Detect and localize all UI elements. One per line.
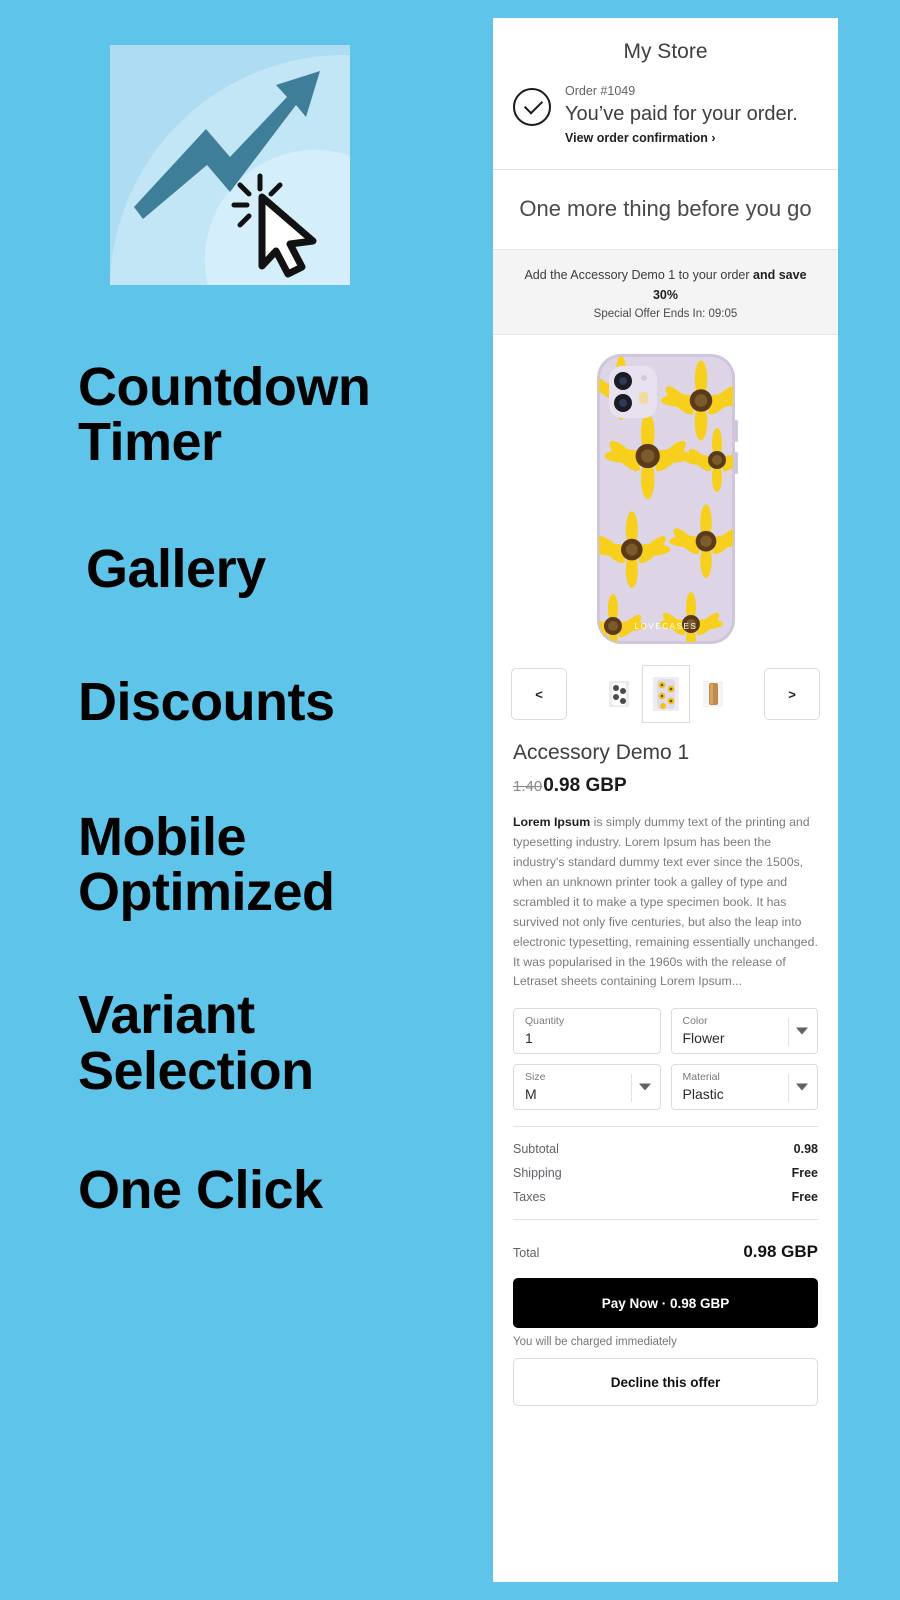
product-description: Lorem Ipsum is simply dummy text of the …	[493, 797, 838, 992]
order-paid-message: You’ve paid for your order.	[565, 102, 798, 125]
quantity-label: Quantity	[525, 1015, 565, 1028]
field-separator	[630, 1074, 632, 1103]
feature-discounts: Discounts	[78, 672, 335, 733]
countdown-timer-text: Special Offer Ends In: 09:05	[593, 308, 738, 321]
gallery-thumbnails	[606, 665, 726, 724]
material-select[interactable]: Material Plastic	[670, 1064, 818, 1111]
offer-text-plain: Add the Accessory Demo 1 to your order	[524, 268, 754, 283]
product-price-current: 0.98 GBP	[543, 775, 627, 797]
total-label: Total	[513, 1246, 540, 1261]
feature-countdown-timer: Countdown Timer	[78, 357, 371, 473]
quantity-stepper[interactable]: Quantity 1	[513, 1008, 661, 1055]
view-order-confirmation-link[interactable]: View order confirmation ›	[565, 131, 798, 145]
taxes-value: Free	[791, 1190, 818, 1205]
gallery-next-button[interactable]: >	[764, 668, 820, 721]
size-select[interactable]: Size M	[513, 1064, 661, 1111]
growth-arrow-click-icon	[110, 45, 350, 285]
svg-text:LOVECASES: LOVECASES	[634, 622, 697, 631]
sunflower-case-thumb[interactable]	[641, 665, 690, 724]
order-totals: Subtotal 0.98 Shipping Free Taxes Free T…	[493, 1110, 838, 1262]
product-price: 1.400.98 GBP	[493, 765, 838, 797]
subtotal-value: 0.98	[793, 1142, 818, 1157]
feature-variant-selection: Variant Selection	[78, 985, 314, 1101]
chevron-down-icon[interactable]	[796, 1083, 808, 1091]
color-select[interactable]: Color Flower	[670, 1008, 818, 1055]
upsell-heading: One more thing before you go	[519, 195, 812, 221]
order-number: Order #1049	[565, 84, 636, 98]
product-description-body: is simply dummy text of the printing and…	[513, 815, 818, 989]
table-row: Taxes Free	[513, 1185, 818, 1209]
product-price-original: 1.40	[513, 778, 543, 796]
chevron-down-icon[interactable]	[638, 1083, 651, 1091]
sunflower-phone-case-image: LOVECASES	[493, 335, 838, 656]
table-row: Subtotal 0.98	[513, 1137, 818, 1161]
shipping-value: Free	[791, 1166, 818, 1181]
decline-offer-button[interactable]: Decline this offer	[513, 1358, 818, 1407]
subtotal-label: Subtotal	[513, 1142, 559, 1157]
grayscale-case-thumb[interactable]	[606, 678, 632, 710]
field-separator	[788, 1074, 789, 1103]
offer-banner: Add the Accessory Demo 1 to your order a…	[493, 249, 838, 336]
feature-one-click: One Click	[78, 1159, 323, 1220]
total-value: 0.98 GBP	[743, 1242, 818, 1262]
checkout-panel: My Store Order #1049 You’ve paid for you…	[493, 18, 838, 1582]
tan-case-thumb[interactable]	[700, 678, 726, 710]
taxes-label: Taxes	[513, 1190, 546, 1205]
offer-text: Add the Accessory Demo 1 to your order a…	[511, 266, 820, 305]
variant-fields: Quantity 1 Color Flower Size M Material …	[493, 992, 838, 1111]
check-circle-icon	[513, 88, 551, 126]
shipping-label: Shipping	[513, 1166, 562, 1181]
pay-now-button[interactable]: Pay Now · 0.98 GBP	[513, 1278, 818, 1329]
feature-list: Countdown Timer Gallery Discounts Mobile…	[78, 357, 478, 1220]
product-description-lead: Lorem Ipsum	[513, 815, 591, 830]
feature-mobile-optimized: Mobile Optimized	[78, 807, 335, 923]
feature-gallery: Gallery	[86, 539, 266, 600]
field-separator	[788, 1018, 789, 1047]
charge-disclaimer: You will be charged immediately	[513, 1336, 677, 1349]
table-row: Shipping Free	[513, 1161, 818, 1185]
image-gallery: < >	[493, 655, 838, 737]
divider	[513, 1219, 818, 1221]
page-root: Countdown Timer Gallery Discounts Mobile…	[0, 0, 900, 1600]
divider	[513, 1126, 818, 1128]
order-status-block: Order #1049 You’ve paid for your order. …	[493, 80, 838, 169]
gallery-prev-button[interactable]: <	[511, 668, 567, 721]
total-row: Total 0.98 GBP	[513, 1230, 818, 1262]
chevron-down-icon[interactable]	[796, 1027, 808, 1035]
store-title: My Store	[623, 40, 708, 63]
quantity-value: 1	[525, 1029, 533, 1046]
product-title: Accessory Demo 1	[513, 741, 690, 765]
